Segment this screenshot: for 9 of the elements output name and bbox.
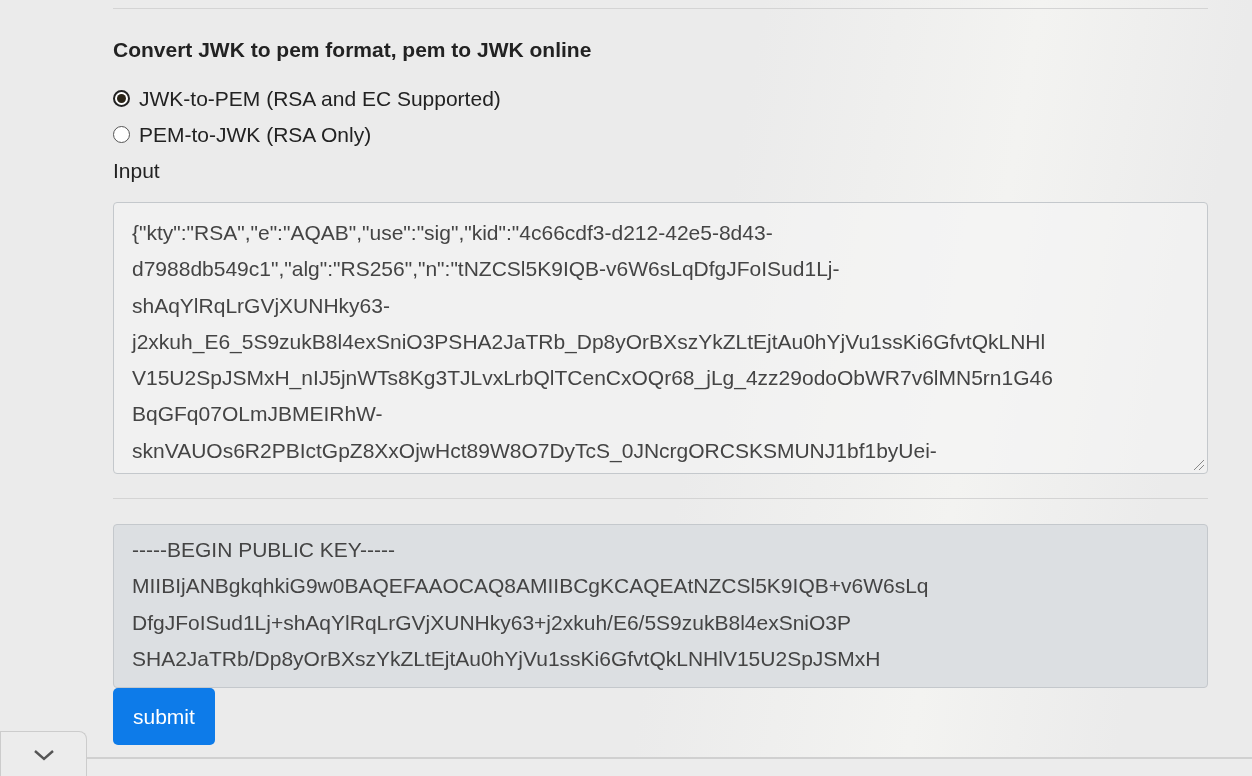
jwk-input-field[interactable]: {"kty":"RSA","e":"AQAB","use":"sig","kid":"4c66cdf3-d212-42e5-8d43- d7988db549c1","alg":"RS256","n":"tNZCSl5K9IQB-v6W6sLqDfgJFoISud1Lj- shAqYlRqLrGVjXUNHky63- j2xkuh_E6_5S9zukB8l4exSniO3PSHA2JaTRb_Dp8yOrBXszYkZLtEjtAu0hYjVu1ssKi6GfvtQkLNHl V15U2SpJSMxH_nIJ5jnWTs8Kg3TJLvxLrbQlTCenCxOQr68_jLg_4zz29odoObWR7v6lMN5rn1G46 BqGFq07OLmJBMEIRhW- sknVAUOs6R2PBIctGpZ8XxOjwHct89W8O7DyTcS_0JNcrgORCSKSMUNJ1bf1byUei-	[113, 202, 1208, 474]
page-heading: Convert JWK to pem format, pem to JWK online	[113, 37, 593, 63]
mode-label: JWK-to-PEM (RSA and EC Supported)	[139, 86, 501, 111]
mode-radio[interactable]	[113, 90, 130, 107]
chevron-down-icon	[32, 749, 55, 761]
input-label: Input	[113, 158, 160, 183]
mode-label: PEM-to-JWK (RSA Only)	[139, 122, 372, 147]
mode-radio[interactable]	[113, 126, 130, 143]
submit-button[interactable]: submit	[113, 688, 215, 745]
